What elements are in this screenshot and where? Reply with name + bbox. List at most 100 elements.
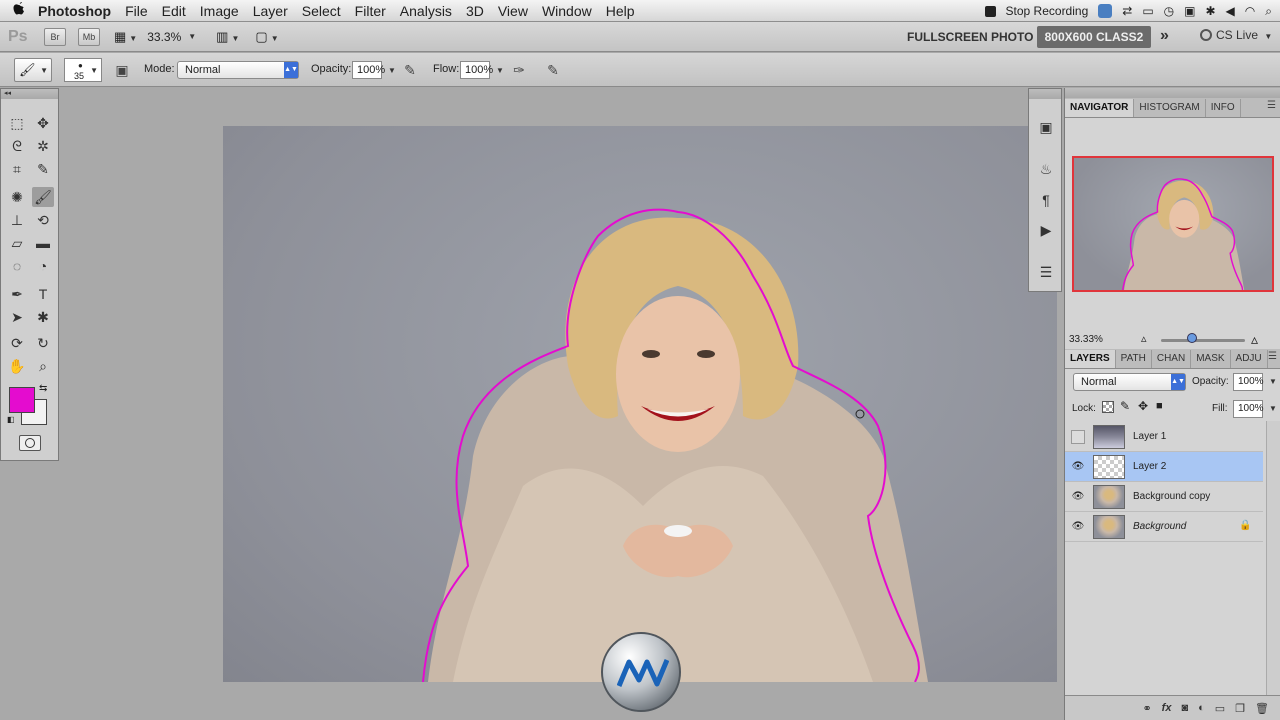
zoom-dropdown-icon[interactable]: ▼ <box>188 32 196 41</box>
navigator-zoom-value[interactable]: 33.33% <box>1069 334 1103 345</box>
history-brush-tool-icon[interactable]: ⟲ <box>32 210 54 230</box>
workspace-fullscreen-photo[interactable]: FULLSCREEN PHOTO <box>907 30 1033 44</box>
layer-row-layer-2[interactable]: 👁 Layer 2 <box>1065 452 1263 482</box>
tab-channels[interactable]: CHAN <box>1152 350 1192 368</box>
bridge-button[interactable]: Br <box>44 27 66 46</box>
tab-info[interactable]: INFO <box>1206 99 1241 117</box>
tab-layers[interactable]: LAYERS <box>1065 350 1116 368</box>
pen-tool-icon[interactable]: ✒ <box>6 284 28 304</box>
menu-help[interactable]: Help <box>606 3 635 19</box>
shape-tool-icon[interactable]: ✱ <box>32 307 54 327</box>
blend-mode-dropdown[interactable]: Normal ▲▼ <box>1073 373 1186 391</box>
foreground-color-swatch[interactable] <box>9 387 35 413</box>
recording-stop-icon[interactable] <box>984 5 996 17</box>
menu-file[interactable]: File <box>125 3 148 19</box>
3d-rotate-tool-icon[interactable]: ⟳ <box>6 333 28 353</box>
paragraph-icon[interactable]: ¶ <box>1035 190 1057 210</box>
brush-tool-icon[interactable]: 🖌 <box>32 187 54 207</box>
animation-icon[interactable]: ▶ <box>1035 220 1057 240</box>
eyedropper-tool-icon[interactable]: ✎ <box>32 159 54 179</box>
workspace-active[interactable]: 800X600 CLASS2 <box>1037 26 1151 48</box>
screen-icon[interactable]: ▭ <box>1142 4 1153 18</box>
layer-name[interactable]: Layer 1 <box>1133 431 1166 442</box>
layer-name[interactable]: Layer 2 <box>1133 461 1166 472</box>
path-selection-tool-icon[interactable]: ➤ <box>6 307 28 327</box>
navigator-thumbnail[interactable] <box>1072 156 1274 292</box>
volume-icon[interactable]: ◀ <box>1226 4 1235 18</box>
eye-icon[interactable]: 👁 <box>1071 520 1085 534</box>
document-canvas[interactable] <box>223 126 1057 682</box>
blur-tool-icon[interactable]: ◌ <box>6 256 28 276</box>
3d-orbit-tool-icon[interactable]: ↻ <box>32 333 54 353</box>
gradient-tool-icon[interactable]: ▬ <box>32 233 54 253</box>
lasso-tool-icon[interactable]: ᘓ <box>6 136 28 156</box>
tab-navigator[interactable]: NAVIGATOR <box>1065 99 1135 117</box>
new-layer-icon[interactable]: ❐ <box>1235 702 1245 715</box>
menu-select[interactable]: Select <box>302 3 341 19</box>
brush-panel-toggle-icon[interactable]: ▣ <box>112 60 132 80</box>
lock-position-icon[interactable]: ✥ <box>1138 399 1148 413</box>
menu-view[interactable]: View <box>498 3 528 19</box>
dodge-tool-icon[interactable]: ◔ <box>32 256 54 276</box>
layer-opacity-dropdown-icon[interactable]: ▼ <box>1269 377 1277 386</box>
opacity-pressure-icon[interactable]: ✎ <box>400 60 420 80</box>
app-name[interactable]: Photoshop <box>38 3 111 19</box>
screen-mode-icon[interactable]: ▢ ▼ <box>255 29 278 45</box>
zoom-tool-icon[interactable]: ⌕ <box>32 356 54 376</box>
view-extras-icon[interactable]: ▦ ▼ <box>114 29 137 45</box>
app-status-icon[interactable] <box>1098 4 1113 18</box>
mini-bridge-icon[interactable]: ▣ <box>1035 117 1057 137</box>
lock-all-icon[interactable]: ■ <box>1156 400 1163 412</box>
mini-bridge-button[interactable]: Mb <box>78 27 100 46</box>
stop-recording-label[interactable]: Stop Recording <box>1006 4 1089 18</box>
fill-dropdown-icon[interactable]: ▼ <box>1269 404 1277 413</box>
lock-transparent-icon[interactable] <box>1102 401 1114 413</box>
layer-row-background[interactable]: 👁 Background 🔒 <box>1065 512 1263 542</box>
trash-icon[interactable]: 🗑 <box>1255 702 1269 715</box>
tab-paths[interactable]: PATH <box>1116 350 1152 368</box>
eye-icon[interactable]: 👁 <box>1071 460 1085 474</box>
layer-row-background-copy[interactable]: 👁 Background copy <box>1065 482 1263 512</box>
layers-scrollbar[interactable] <box>1266 421 1280 695</box>
menu-analysis[interactable]: Analysis <box>400 3 452 19</box>
flow-dropdown-icon[interactable]: ▼ <box>496 66 504 75</box>
spotlight-icon[interactable]: ⌕ <box>1265 4 1272 19</box>
default-colors-icon[interactable]: ◧ <box>7 415 15 424</box>
right-panels-header[interactable] <box>1065 88 1280 98</box>
eye-icon[interactable]: 👁 <box>1071 490 1085 504</box>
clone-stamp-tool-icon[interactable]: ⊥ <box>6 210 28 230</box>
menu-3d[interactable]: 3D <box>466 3 484 19</box>
move-tool-icon[interactable]: ✥ <box>32 113 54 133</box>
swap-colors-icon[interactable]: ⇆ <box>39 383 47 394</box>
layers-panel-menu-icon[interactable]: ☰ <box>1268 351 1277 362</box>
layer-opacity-input[interactable]: 100% <box>1233 373 1264 391</box>
eraser-tool-icon[interactable]: ▱ <box>6 233 28 253</box>
panel-menu-icon[interactable]: ☰ <box>1267 100 1276 111</box>
visibility-toggle-empty-icon[interactable] <box>1071 430 1085 444</box>
workspace-more-icon[interactable]: » <box>1160 27 1169 45</box>
lock-image-icon[interactable]: ✎ <box>1120 399 1130 413</box>
layer-name[interactable]: Background copy <box>1133 491 1210 502</box>
mode-dropdown[interactable]: Normal ▲▼ <box>177 61 299 79</box>
bluetooth-icon[interactable]: ✱ <box>1205 4 1215 18</box>
spot-healing-tool-icon[interactable]: ✺ <box>6 187 28 207</box>
hand-tool-icon[interactable]: ✋ <box>6 356 28 376</box>
fill-input[interactable]: 100% <box>1233 400 1264 418</box>
group-icon[interactable]: ▭ <box>1215 702 1225 715</box>
marquee-tool-icon[interactable]: ⬚ <box>6 113 28 133</box>
tab-histogram[interactable]: HISTOGRAM <box>1134 99 1206 117</box>
clone-source-icon[interactable]: ♨ <box>1035 159 1057 179</box>
opacity-dropdown-icon[interactable]: ▼ <box>388 66 396 75</box>
wifi-icon[interactable]: ◠ <box>1245 4 1255 18</box>
layer-row-layer-1[interactable]: Layer 1 <box>1065 422 1263 452</box>
zoom-slider[interactable] <box>1161 339 1245 342</box>
apple-icon[interactable] <box>0 1 38 21</box>
menu-edit[interactable]: Edit <box>162 3 186 19</box>
type-tool-icon[interactable]: T <box>32 284 54 304</box>
flow-input[interactable]: 100% <box>460 61 493 79</box>
tab-adjustments[interactable]: ADJU <box>1231 350 1268 368</box>
zoom-in-icon[interactable]: ▵ <box>1251 331 1258 348</box>
menu-filter[interactable]: Filter <box>355 3 386 19</box>
fx-icon[interactable]: fx <box>1162 702 1172 714</box>
brush-preset-picker[interactable]: ● 35 ▼ <box>64 58 102 82</box>
